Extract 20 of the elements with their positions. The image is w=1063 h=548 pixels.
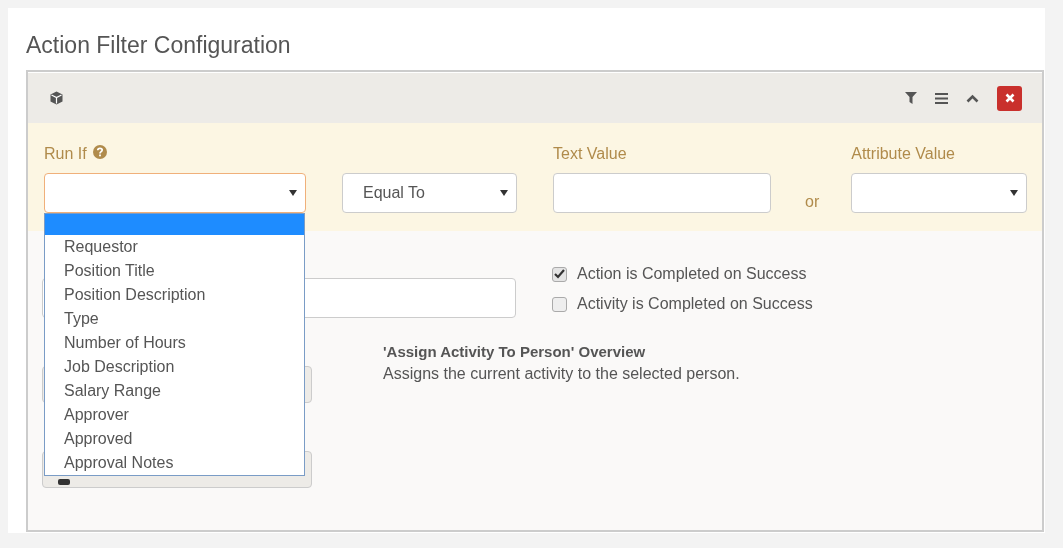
dropdown-option[interactable]: Approved — [45, 427, 304, 451]
dropdown-option[interactable]: Approval Notes — [45, 451, 304, 475]
dropdown-option[interactable]: Position Title — [45, 259, 304, 283]
dropdown-option[interactable]: Type — [45, 307, 304, 331]
text-value-label: Text Value — [553, 145, 627, 163]
run-if-label: Run If — [44, 145, 87, 163]
overview-text: Assigns the current activity to the selected person. — [383, 364, 740, 384]
or-text: or — [805, 193, 820, 212]
overview-title: 'Assign Activity To Person' Overview — [383, 342, 647, 362]
dropdown-option[interactable]: Approver — [45, 403, 304, 427]
dropdown-option[interactable]: Requestor — [45, 235, 304, 259]
dropdown-option[interactable]: Job Description — [45, 355, 304, 379]
dropdown-option[interactable]: Number of Hours — [45, 331, 304, 355]
page-title: Action Filter Configuration — [26, 31, 292, 60]
dropdown-option[interactable]: Position Description — [45, 283, 304, 307]
checkbox-label: Action is Completed on Success — [577, 265, 807, 283]
attribute-value-label: Attribute Value — [851, 145, 955, 163]
comparison-select[interactable]: Equal To — [342, 173, 517, 213]
dropdown-option[interactable]: Salary Range — [45, 379, 304, 403]
checkbox-label: Activity is Completed on Success — [577, 295, 813, 313]
